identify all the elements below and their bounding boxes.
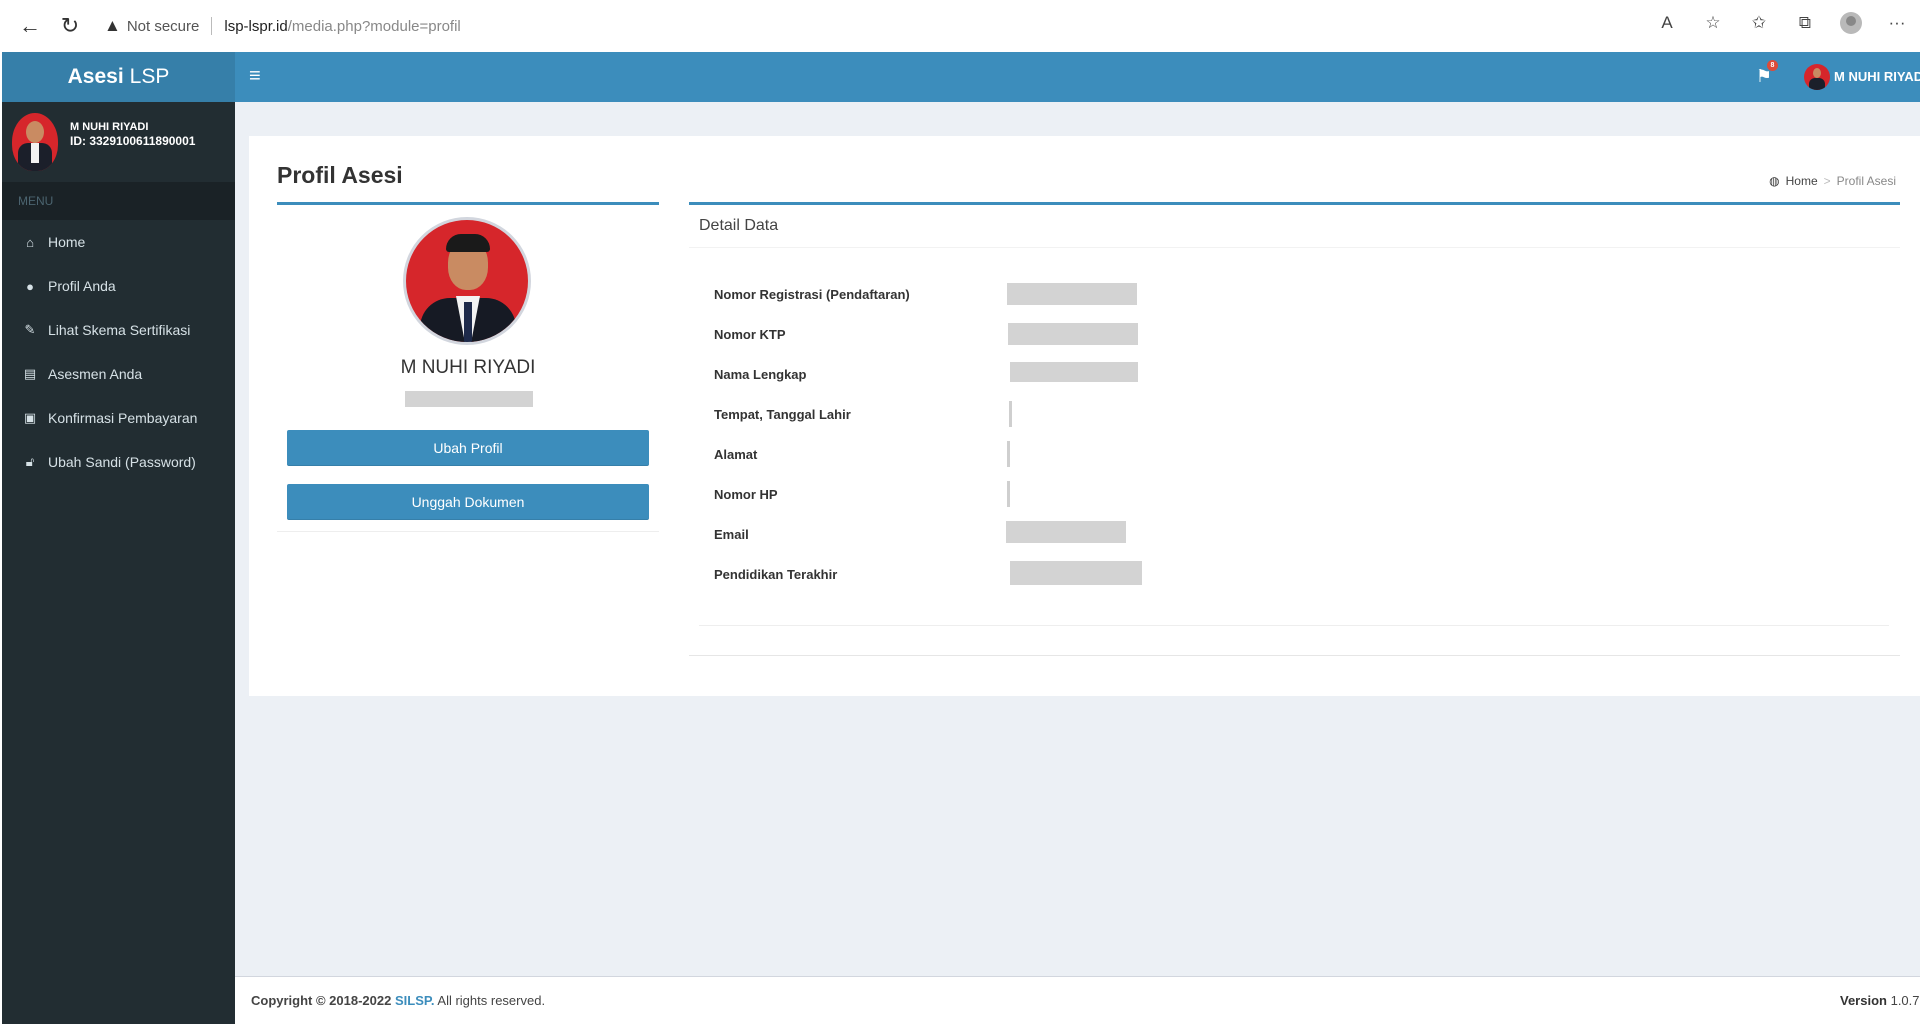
address-bar[interactable]: ▲ Not secure lsp-lspr.id /media.php?modu… (104, 10, 461, 42)
sidebar-item-profil[interactable]: ● Profil Anda (2, 264, 235, 308)
field-label-email: Email (714, 527, 749, 542)
breadcrumb: ◍ Home > Profil Asesi (1769, 174, 1896, 188)
breadcrumb-home[interactable]: Home (1786, 174, 1818, 188)
money-icon: ▣ (23, 410, 37, 425)
field-label-registrasi: Nomor Registrasi (Pendaftaran) (714, 287, 910, 302)
menu-header: MENU (2, 182, 235, 220)
redacted-value (1007, 481, 1010, 507)
version-number: 1.0.7 (1890, 993, 1920, 1008)
user-panel: M NUHI RIYADI ID: 3329100611890001 (2, 102, 235, 182)
home-icon: ⌂ (26, 234, 34, 250)
read-aloud-icon[interactable]: A (1654, 10, 1680, 36)
field-label-nama: Nama Lengkap (714, 367, 807, 382)
rights-text: All rights reserved. (437, 993, 546, 1008)
detail-title: Detail Data (699, 217, 779, 234)
user-name: M NUHI RIYADI (70, 121, 149, 133)
user-icon: ● (26, 278, 34, 294)
page-title: Profil Asesi (277, 162, 403, 188)
back-arrow-icon[interactable]: ← (10, 6, 50, 46)
brand-link[interactable]: SILSP. (395, 993, 435, 1008)
detail-bottom-border (689, 655, 1900, 656)
sidebar-item-password[interactable]: 🔓︎ Ubah Sandi (Password) (2, 440, 235, 484)
url-host: lsp-lspr.id (224, 17, 288, 35)
notification-badge: 8 (1767, 60, 1778, 71)
sidebar-item-label: Profil Anda (48, 278, 116, 294)
sidebar-toggle-icon[interactable]: ≡ (249, 65, 261, 88)
breadcrumb-separator: > (1823, 174, 1831, 188)
url-path: /media.php?module=profil (287, 17, 461, 35)
top-navbar: ≡ ⚑ 8 M NUHI RIYADI (235, 52, 1920, 102)
navbar-user-name[interactable]: M NUHI RIYADI (1834, 69, 1920, 84)
navbar-avatar[interactable] (1804, 64, 1830, 90)
sidebar-item-label: Home (48, 234, 86, 250)
address-separator (211, 17, 213, 35)
app-logo[interactable]: Asesi LSP (2, 52, 235, 102)
field-label-pendidikan: Pendidikan Terakhir (714, 567, 838, 582)
redacted-value (1007, 441, 1010, 467)
sidebar-item-skema[interactable]: ✎ Lihat Skema Sertifikasi (2, 308, 235, 352)
file-icon: ▤ (23, 366, 37, 381)
refresh-icon[interactable]: ↻ (50, 6, 90, 46)
profile-divider (277, 531, 659, 532)
breadcrumb-current: Profil Asesi (1836, 174, 1896, 188)
add-favorite-icon[interactable]: ☆ (1700, 10, 1726, 36)
copyright-years: Copyright © 2018-2022 (251, 993, 392, 1008)
profile-name: M NUHI RIYADI (400, 357, 536, 378)
dashboard-icon: ◍ (1769, 174, 1780, 188)
sidebar-item-label: Konfirmasi Pembayaran (48, 410, 198, 426)
browser-profile-icon[interactable] (1838, 10, 1864, 36)
ubah-profil-button[interactable]: Ubah Profil (287, 430, 649, 466)
detail-data-card: Detail Data Nomor Registrasi (Pendaftara… (689, 202, 1900, 656)
redacted-value (1007, 283, 1137, 305)
edit-icon: ✎ (24, 322, 36, 337)
content-panel: Profil Asesi ◍ Home > Profil Asesi M NUH… (249, 136, 1920, 696)
redacted-value (1008, 323, 1138, 345)
redacted-value (1010, 362, 1138, 382)
version-info: Version 1.0.7 (1840, 993, 1920, 1008)
unggah-dokumen-button[interactable]: Unggah Dokumen (287, 484, 649, 520)
sidebar-item-home[interactable]: ⌂ Home (2, 220, 235, 264)
sidebar-item-pembayaran[interactable]: ▣ Konfirmasi Pembayaran (2, 396, 235, 440)
user-info: M NUHI RIYADI ID: 3329100611890001 (70, 120, 195, 148)
detail-footer-divider (699, 625, 1889, 626)
sidebar-item-asesmen[interactable]: ▤ Asesmen Anda (2, 352, 235, 396)
more-options-icon[interactable]: ··· (1884, 10, 1910, 36)
redacted-value (1010, 561, 1142, 585)
field-label-alamat: Alamat (714, 447, 758, 462)
unlock-icon: 🔓︎ (25, 454, 35, 469)
collections-icon[interactable]: ⧉ (1792, 10, 1818, 36)
redacted-value (1009, 401, 1012, 427)
profile-card: M NUHI RIYADI Ubah Profil Unggah Dokumen (277, 202, 659, 532)
page-footer: Copyright © 2018-2022 SILSP. All rights … (235, 976, 1920, 1024)
profile-photo (403, 217, 531, 345)
browser-toolbar: ← ↻ ▲ Not secure lsp-lspr.id /media.php?… (0, 0, 1920, 52)
sidebar-item-label: Asesmen Anda (48, 366, 143, 382)
logo-bold-text: Asesi (67, 65, 124, 88)
sidebar: Asesi LSP M NUHI RIYADI ID: 332910061189… (2, 52, 235, 1024)
field-label-hp: Nomor HP (714, 487, 778, 502)
user-avatar (12, 113, 58, 171)
security-label: Not secure (126, 17, 200, 35)
logo-text: LSP (129, 65, 170, 88)
warning-icon: ▲ (104, 16, 121, 35)
copyright-text: Copyright © 2018-2022 SILSP. All rights … (251, 993, 545, 1008)
detail-header-divider (689, 247, 1900, 248)
version-label: Version (1840, 993, 1887, 1008)
field-label-ttl: Tempat, Tanggal Lahir (714, 407, 851, 422)
browser-tools: A ☆ ✩ ⧉ ··· (1654, 10, 1910, 36)
redacted-subtitle (405, 391, 533, 407)
user-id: ID: 3329100611890001 (70, 134, 196, 148)
redacted-value (1006, 521, 1126, 543)
sidebar-item-label: Lihat Skema Sertifikasi (48, 322, 191, 338)
app-root: Asesi LSP M NUHI RIYADI ID: 332910061189… (2, 52, 1920, 1024)
field-label-ktp: Nomor KTP (714, 327, 786, 342)
sidebar-item-label: Ubah Sandi (Password) (48, 454, 196, 470)
favorites-icon[interactable]: ✩ (1746, 10, 1772, 36)
